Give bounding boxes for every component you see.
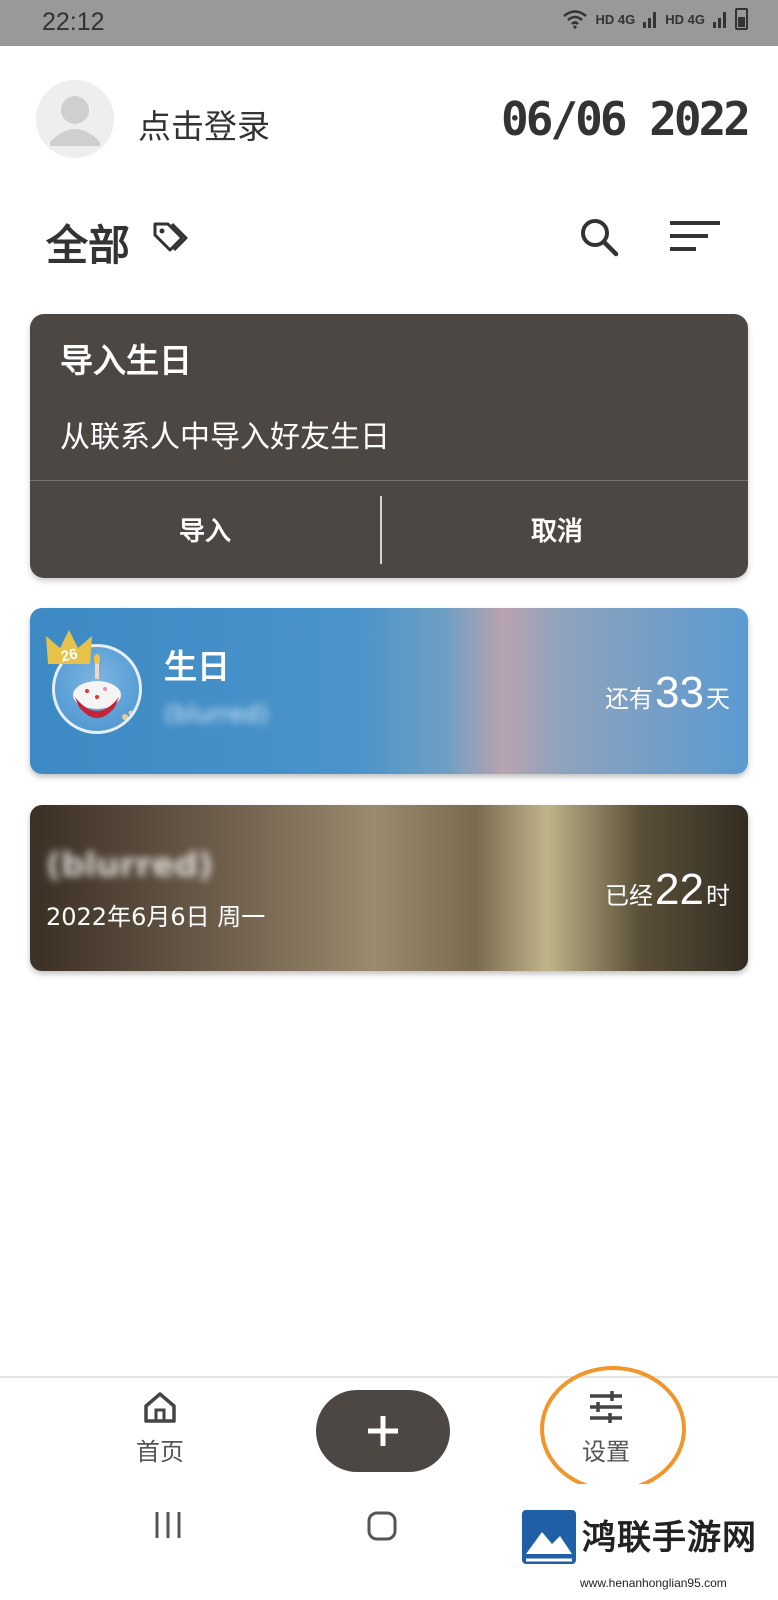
- event-card-anniversary[interactable]: (blurred) 2022年6月6日 周一 已经 22 时: [30, 805, 748, 971]
- event-subtitle: (blurred): [164, 700, 269, 728]
- countup-value: 22: [655, 865, 704, 914]
- age-crown-badge: 26: [46, 630, 92, 666]
- login-link[interactable]: 点击登录: [138, 100, 270, 148]
- nav-home[interactable]: 首页: [110, 1390, 210, 1467]
- add-event-button[interactable]: [316, 1390, 450, 1472]
- event-title: (blurred): [46, 845, 214, 884]
- watermark-mark: [522, 1510, 576, 1564]
- avatar[interactable]: [36, 80, 114, 158]
- watermark-url: www.henanhonglian95.com: [580, 1576, 727, 1590]
- event-countdown: 还有 33 天: [605, 668, 730, 718]
- import-card-description: 从联系人中导入好友生日: [60, 420, 390, 455]
- signal-bars-icon: [643, 12, 657, 28]
- countdown-unit: 天: [706, 685, 730, 713]
- status-bar: 22:12 HD 4G HD 4G: [0, 0, 778, 46]
- event-date: 2022年6月6日 周一: [46, 903, 266, 931]
- cancel-button[interactable]: 取消: [382, 480, 732, 578]
- page-title[interactable]: 全部: [46, 212, 130, 273]
- import-button[interactable]: 导入: [30, 480, 380, 578]
- event-countup: 已经 22 时: [605, 865, 730, 915]
- header-date: 06/06 2022: [501, 92, 751, 146]
- countup-prefix: 已经: [605, 882, 654, 910]
- import-card-title: 导入生日: [60, 341, 192, 380]
- home-button-icon[interactable]: [366, 1510, 398, 1542]
- age-badge-number: 26: [59, 645, 79, 665]
- battery-icon: [735, 8, 748, 30]
- event-title: 生日: [164, 647, 230, 686]
- wifi-icon: [562, 10, 587, 29]
- home-icon: [144, 1392, 176, 1423]
- watermark-text: 鸿联手游网: [582, 1518, 757, 1558]
- nav-home-label: 首页: [136, 1438, 184, 1466]
- network-signal-1: HD 4G: [595, 11, 636, 27]
- user-icon: [50, 96, 100, 146]
- countdown-value: 33: [655, 668, 704, 717]
- signal-bars-icon: [713, 12, 726, 28]
- countup-unit: 时: [706, 882, 730, 910]
- plus-icon: [368, 1416, 398, 1446]
- settings-highlight-ring: [540, 1366, 686, 1492]
- sort-lines-icon[interactable]: [668, 218, 722, 254]
- mountain-icon: [526, 1532, 572, 1562]
- network-signal-2: HD 4G: [665, 11, 705, 27]
- countdown-prefix: 还有: [605, 685, 654, 713]
- watermark-logo: 鸿联手游网 www.henanhonglian95.com: [522, 1510, 770, 1596]
- tag-icon[interactable]: [152, 220, 194, 256]
- status-icons: HD 4G HD 4G: [562, 8, 748, 30]
- recent-apps-icon[interactable]: [152, 1510, 184, 1540]
- search-icon[interactable]: [578, 216, 620, 258]
- event-card-birthday[interactable]: 26 生日 (blurred) 还有 33 天: [30, 608, 748, 774]
- import-birthday-card: 导入生日 从联系人中导入好友生日 导入 取消: [30, 314, 748, 578]
- status-time: 22:12: [42, 8, 105, 36]
